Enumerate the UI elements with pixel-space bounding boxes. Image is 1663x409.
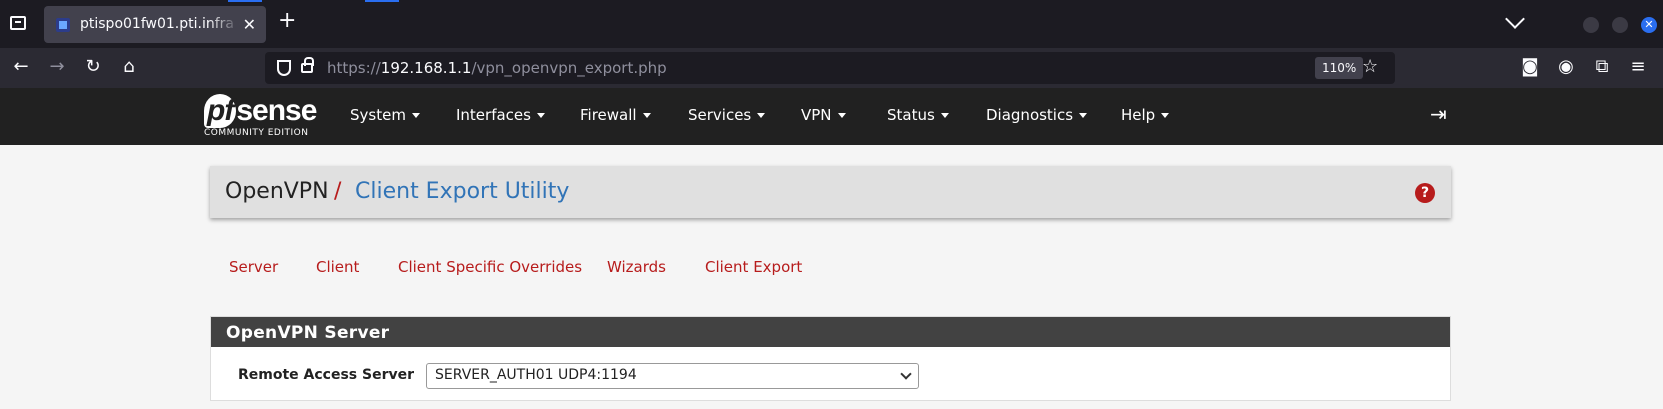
tab-list-icon[interactable] (10, 16, 26, 30)
caret-down-icon (837, 113, 846, 118)
pfsense-navbar: pf sense COMMUNITY EDITION System Interfa… (0, 88, 1663, 145)
menu-label: Services (688, 106, 752, 124)
account-icon[interactable]: ◉ (1555, 56, 1577, 78)
browser-tab-active[interactable]: ptispo01fw01.pti.infra - OpenVPN: Client… (44, 6, 266, 43)
minimize-button[interactable] (1583, 17, 1599, 33)
menu-label: Status (887, 106, 935, 124)
maximize-button[interactable] (1612, 17, 1628, 33)
home-icon[interactable]: ⌂ (118, 56, 140, 78)
remote-access-server-label: Remote Access Server (238, 367, 415, 383)
caret-down-icon (536, 113, 545, 118)
menu-label: VPN (801, 106, 832, 124)
browser-tab-bar: ptispo01fw01.pti.infra - OpenVPN: Client… (0, 0, 1663, 48)
menu-system[interactable]: System (350, 106, 420, 124)
forward-icon[interactable]: → (46, 56, 68, 78)
url-scheme: https:// (327, 59, 381, 77)
tab-close-icon[interactable]: ✕ (243, 15, 256, 34)
caret-down-icon (1161, 113, 1170, 118)
extensions-icon[interactable]: ⧉ (1591, 56, 1613, 78)
pfsense-logo[interactable]: pf sense COMMUNITY EDITION (204, 94, 324, 140)
pfsense-favicon-icon (56, 18, 70, 32)
tab-client-export[interactable]: Client Export (705, 258, 802, 276)
breadcrumb-parent[interactable]: OpenVPN (225, 179, 329, 204)
window-close-button[interactable]: ✕ (1641, 17, 1657, 33)
logo-pf: pf (204, 94, 237, 128)
browser-nav-bar: ← → ↻ ⌂ https://192.168.1.1/vpn_openvpn_… (0, 48, 1663, 88)
logout-icon[interactable]: ⇥ (1430, 102, 1447, 126)
select-value: SERVER_AUTH01 UDP4:1194 (435, 367, 637, 383)
help-icon[interactable]: ? (1415, 183, 1435, 203)
pocket-icon[interactable]: ◙ (1519, 56, 1541, 78)
url-bar[interactable]: https://192.168.1.1/vpn_openvpn_export.p… (265, 52, 1395, 84)
menu-services[interactable]: Services (688, 106, 766, 124)
reload-icon[interactable]: ↻ (82, 56, 104, 78)
menu-label: Help (1121, 106, 1156, 124)
remote-access-server-select[interactable]: SERVER_AUTH01 UDP4:1194 (426, 363, 919, 389)
logo-wordmark: pf sense (204, 94, 317, 128)
menu-label: Interfaces (456, 106, 531, 124)
zoom-level-button[interactable]: 110% (1315, 57, 1364, 79)
url-text[interactable]: https://192.168.1.1/vpn_openvpn_export.p… (327, 59, 667, 77)
breadcrumb-separator: / (334, 179, 342, 204)
tab-indicator (228, 0, 262, 2)
caret-down-icon (940, 113, 949, 118)
tab-wizards[interactable]: Wizards (607, 258, 666, 276)
breadcrumb: OpenVPN / Client Export Utility ? (210, 166, 1451, 218)
chevron-down-icon (900, 368, 912, 380)
app-menu-icon[interactable]: ≡ (1627, 56, 1649, 78)
menu-label: Firewall (580, 106, 637, 124)
caret-down-icon (411, 113, 420, 118)
menu-help[interactable]: Help (1121, 106, 1170, 124)
url-path: /vpn_openvpn_export.php (471, 59, 667, 77)
tab-title: ptispo01fw01.pti.infra - OpenVPN: Client… (80, 16, 240, 32)
back-icon[interactable]: ← (10, 56, 32, 78)
menu-diagnostics[interactable]: Diagnostics (986, 106, 1088, 124)
menu-interfaces[interactable]: Interfaces (456, 106, 545, 124)
site-lock-icon[interactable] (301, 57, 314, 73)
new-tab-icon[interactable]: + (278, 10, 296, 32)
tracking-protection-icon[interactable] (277, 60, 291, 76)
caret-down-icon (642, 113, 651, 118)
breadcrumb-current[interactable]: Client Export Utility (355, 179, 569, 204)
menu-firewall[interactable]: Firewall (580, 106, 651, 124)
openvpn-server-panel: OpenVPN Server Remote Access Server SERV… (210, 316, 1451, 401)
panel-heading: OpenVPN Server (211, 317, 1450, 347)
tab-client-specific-overrides[interactable]: Client Specific Overrides (398, 258, 582, 276)
menu-label: System (350, 106, 406, 124)
tab-indicator (365, 0, 399, 2)
menu-vpn[interactable]: VPN (801, 106, 846, 124)
tab-overflow-chevron-icon[interactable] (1505, 9, 1525, 29)
caret-down-icon (757, 113, 766, 118)
caret-down-icon (1079, 113, 1088, 118)
url-host: 192.168.1.1 (380, 59, 472, 77)
logo-sense: sense (236, 94, 317, 127)
menu-label: Diagnostics (986, 106, 1074, 124)
menu-status[interactable]: Status (887, 106, 949, 124)
tab-server[interactable]: Server (229, 258, 278, 276)
logo-edition: COMMUNITY EDITION (204, 128, 309, 138)
tab-client[interactable]: Client (316, 258, 359, 276)
bookmark-star-icon[interactable]: ☆ (1362, 56, 1378, 77)
